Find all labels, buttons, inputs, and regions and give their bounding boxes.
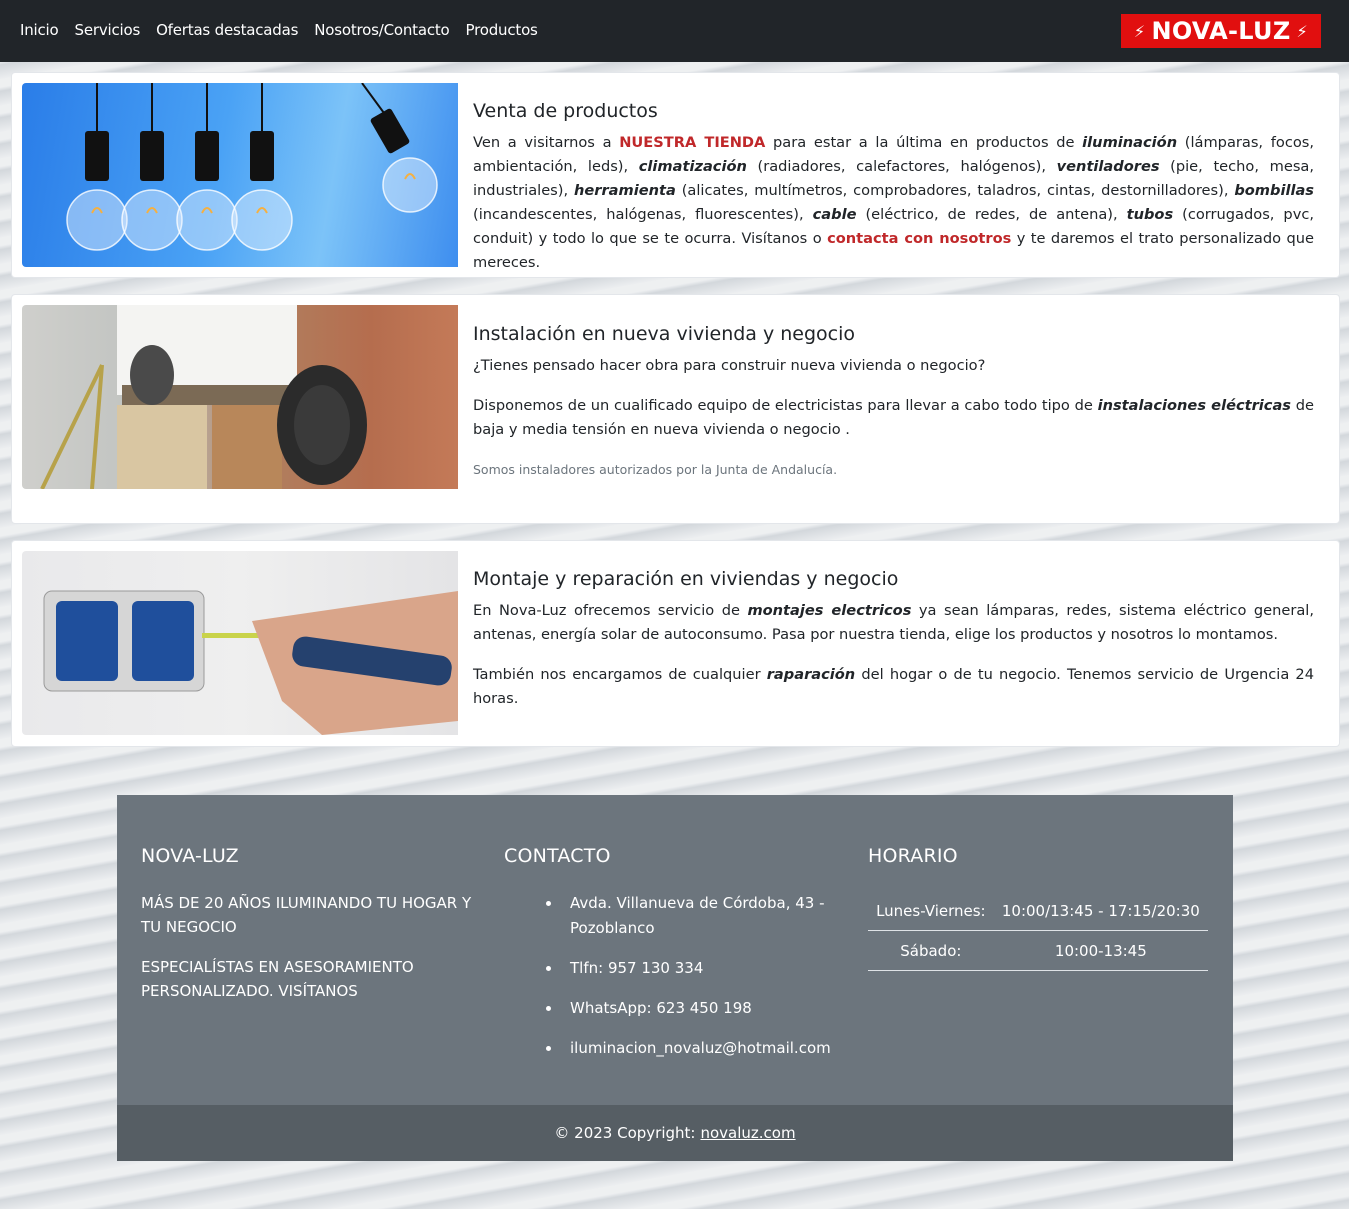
- card-description: En Nova-Luz ofrecemos servicio de montaj…: [473, 602, 1314, 643]
- card-description-2: También nos encargamos de cualquier rapa…: [473, 666, 1314, 707]
- card-description: Ven a visitarnos a NUESTRA TIENDA para e…: [473, 134, 1315, 271]
- card-body: Montaje y reparación en viviendas y nego…: [473, 568, 1314, 727]
- contacta-link[interactable]: contacta con nosotros: [827, 230, 1011, 247]
- socket-illustration: [43, 590, 458, 735]
- footer-contact-column: CONTACTO Avda. Villanueva de Córdoba, 43…: [504, 845, 834, 1076]
- nav-link-ofertas[interactable]: Ofertas destacadas: [156, 21, 298, 39]
- card-note: Somos instaladores autorizados por la Ju…: [473, 462, 838, 477]
- contact-email: iluminacion_novaluz@hotmail.com: [562, 1036, 834, 1061]
- top-navbar: Inicio Servicios Ofertas destacadas Noso…: [0, 0, 1349, 62]
- card-montaje: Montaje y reparación en viviendas y nego…: [11, 540, 1340, 747]
- footer-brand-column: NOVA-LUZ MÁS DE 20 AÑOS ILUMINANDO TU HO…: [141, 845, 481, 1019]
- copyright-text: © 2023 Copyright:: [554, 1124, 696, 1142]
- card-title: Venta de productos: [473, 100, 658, 122]
- hours-row: Sábado: 10:00-13:45: [868, 930, 1208, 971]
- card-title: Instalación en nueva vivienda y negocio: [473, 323, 856, 345]
- copyright-link[interactable]: novaluz.com: [700, 1124, 795, 1142]
- hours-day: Lunes-Viernes:: [868, 891, 994, 931]
- nuestra-tienda-link[interactable]: NUESTRA TIENDA: [619, 134, 765, 151]
- contact-address: Avda. Villanueva de Córdoba, 43 - Pozobl…: [562, 891, 834, 941]
- nav-link-nosotros-contacto[interactable]: Nosotros/Contacto: [314, 21, 449, 39]
- logo-text: NOVA-LUZ: [1151, 17, 1291, 45]
- hours-day: Sábado:: [868, 930, 994, 971]
- nav-link-inicio[interactable]: Inicio: [20, 21, 59, 39]
- light-bulbs-image: [22, 83, 458, 267]
- card-title: Montaje y reparación en viviendas y nego…: [473, 568, 899, 590]
- footer-brand-line2: ESPECIALÍSTAS EN ASESORAMIENTO PERSONALI…: [141, 958, 414, 1000]
- contact-phone: Tlfn: 957 130 334: [562, 956, 834, 981]
- footer-contact-title: CONTACTO: [504, 845, 611, 867]
- site-footer: NOVA-LUZ MÁS DE 20 AÑOS ILUMINANDO TU HO…: [117, 795, 1233, 1161]
- card-instalacion: Instalación en nueva vivienda y negocio …: [11, 294, 1340, 524]
- hours-row: Lunes-Viernes: 10:00/13:45 - 17:15/20:30: [868, 891, 1208, 931]
- card-body: Venta de productos Ven a visitarnos a NU…: [473, 100, 1314, 291]
- card-question: ¿Tienes pensado hacer obra para construi…: [473, 357, 986, 374]
- socket-repair-image: [22, 551, 458, 735]
- copyright-bar: © 2023 Copyright: novaluz.com: [117, 1105, 1233, 1161]
- brand-logo[interactable]: ⚡︎ NOVA-LUZ ⚡︎: [1121, 14, 1321, 48]
- footer-brand-line1: MÁS DE 20 AÑOS ILUMINANDO TU HOGAR Y TU …: [141, 894, 472, 936]
- contact-list: Avda. Villanueva de Córdoba, 43 - Pozobl…: [504, 891, 834, 1061]
- hours-time: 10:00-13:45: [993, 930, 1208, 971]
- footer-brand-title: NOVA-LUZ: [141, 845, 239, 867]
- footer-hours-column: HORARIO Lunes-Viernes: 10:00/13:45 - 17:…: [868, 845, 1213, 971]
- card-description: Disponemos de un cualificado equipo de e…: [473, 397, 1314, 438]
- nav-links: Inicio Servicios Ofertas destacadas Noso…: [20, 21, 554, 39]
- hours-table: Lunes-Viernes: 10:00/13:45 - 17:15/20:30…: [868, 891, 1208, 971]
- nav-link-servicios[interactable]: Servicios: [75, 21, 141, 39]
- bolt-icon: ⚡︎: [1296, 21, 1309, 41]
- nav-link-productos[interactable]: Productos: [466, 21, 538, 39]
- light-bulbs-illustration: [66, 83, 438, 251]
- electrician-image: [22, 305, 458, 489]
- footer-hours-title: HORARIO: [868, 845, 958, 867]
- electrician-illustration: [40, 305, 367, 489]
- hours-time: 10:00/13:45 - 17:15/20:30: [993, 891, 1208, 931]
- bolt-icon: ⚡︎: [1133, 21, 1146, 41]
- card-body: Instalación en nueva vivienda y negocio …: [473, 323, 1314, 498]
- contact-whatsapp: WhatsApp: 623 450 198: [562, 996, 834, 1021]
- card-venta-productos: Venta de productos Ven a visitarnos a NU…: [11, 72, 1340, 278]
